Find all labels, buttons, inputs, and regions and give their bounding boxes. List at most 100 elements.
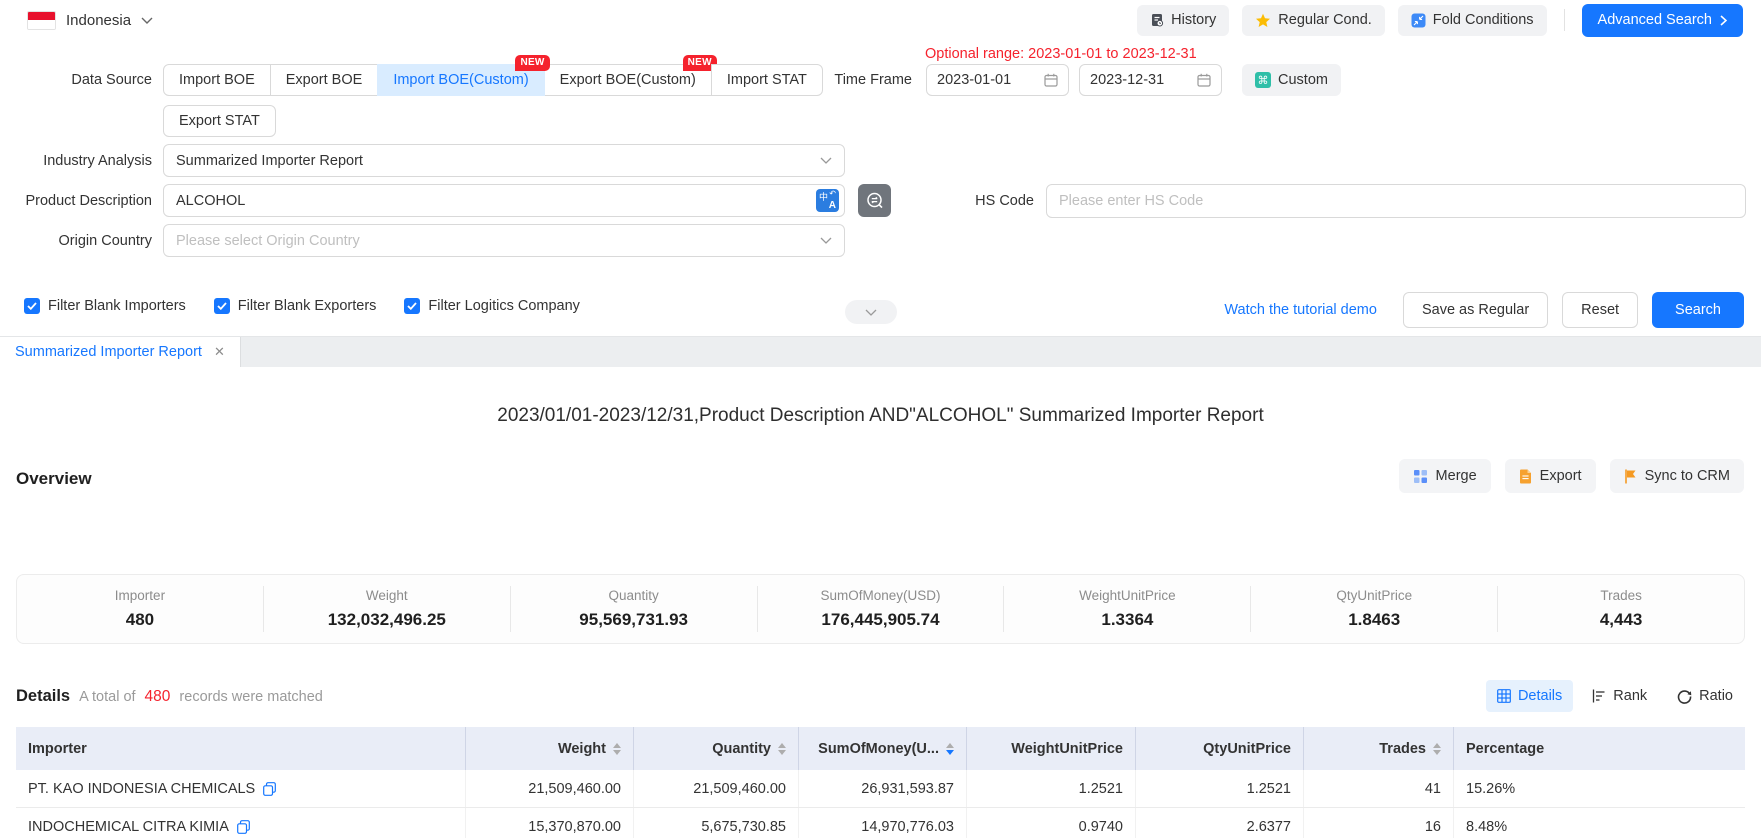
cell-percentage: 15.26% (1454, 770, 1745, 807)
date-to-picker[interactable]: 2023-12-31 (1079, 64, 1222, 96)
checkbox-filter-blank-importers[interactable]: Filter Blank Importers (24, 298, 186, 314)
sort-icons-active-desc[interactable] (946, 743, 954, 755)
history-label: History (1171, 12, 1216, 28)
importer-name-link[interactable]: INDOCHEMICAL CITRA KIMIA (28, 819, 229, 835)
calendar-icon (1044, 73, 1058, 87)
source-export-boe-custom[interactable]: Export BOE(Custom) NEW (544, 64, 712, 96)
header-weight-unit-price[interactable]: WeightUnitPrice (967, 727, 1136, 770)
match-count: 480 (145, 688, 171, 706)
checkbox-label: Filter Blank Importers (48, 298, 186, 314)
history-button[interactable]: History (1137, 5, 1229, 36)
source-import-boe[interactable]: Import BOE (163, 64, 271, 96)
advanced-search-button[interactable]: Advanced Search (1582, 4, 1743, 37)
header-trades[interactable]: Trades (1304, 727, 1454, 770)
stat-quantity: Quantity 95,569,731.93 (511, 586, 758, 632)
view-ratio-button[interactable]: Ratio (1666, 680, 1744, 712)
product-description-input[interactable] (163, 184, 845, 217)
synonym-icon (865, 191, 885, 211)
chevron-down-icon (820, 157, 832, 164)
header-qty-unit-price[interactable]: QtyUnitPrice (1136, 727, 1304, 770)
country-name: Indonesia (66, 12, 131, 29)
report-title: 2023/01/01-2023/12/31,Product Descriptio… (0, 405, 1761, 427)
fold-conditions-button[interactable]: Fold Conditions (1398, 5, 1547, 36)
checkbox-filter-blank-exporters[interactable]: Filter Blank Exporters (214, 298, 377, 314)
source-export-boe[interactable]: Export BOE (270, 64, 379, 96)
cell-qty-unit-price: 1.2521 (1136, 770, 1304, 807)
cell-trades: 41 (1304, 770, 1454, 807)
tutorial-demo-link[interactable]: Watch the tutorial demo (1224, 302, 1377, 318)
advanced-search-label: Advanced Search (1598, 12, 1712, 28)
stat-weight: Weight 132,032,496.25 (264, 586, 511, 632)
sort-icons[interactable] (778, 743, 786, 755)
new-badge: NEW (515, 55, 549, 71)
view-toggle-group: Details Rank Ratio (1486, 680, 1744, 712)
chevron-down-icon (141, 17, 153, 24)
header-importer[interactable]: Importer (16, 727, 466, 770)
export-button[interactable]: Export (1505, 459, 1596, 493)
date-from-picker[interactable]: 2023-01-01 (926, 64, 1069, 96)
industry-analysis-row: Industry Analysis Summarized Importer Re… (0, 144, 845, 177)
merge-button[interactable]: Merge (1399, 459, 1491, 493)
source-export-stat[interactable]: Export STAT (163, 105, 276, 137)
origin-country-placeholder: Please select Origin Country (176, 233, 360, 249)
cell-quantity: 21,509,460.00 (634, 770, 799, 807)
custom-range-button[interactable]: ⌘ Custom (1242, 64, 1341, 96)
chevron-down-icon (820, 237, 832, 244)
view-details-button[interactable]: Details (1486, 680, 1573, 712)
checkbox-label: Filter Logitics Company (428, 298, 580, 314)
header-percentage[interactable]: Percentage (1454, 727, 1745, 770)
sort-icons[interactable] (1433, 743, 1441, 755)
cell-weight: 21,509,460.00 (466, 770, 634, 807)
time-frame-row: Time Frame 2023-01-01 2023-12-31 (800, 64, 1341, 96)
source-import-boe-custom[interactable]: Import BOE(Custom) NEW (377, 64, 544, 96)
synonym-search-button[interactable] (858, 184, 891, 217)
cell-sum-of-money: 14,970,776.03 (799, 808, 967, 838)
header-sum-of-money[interactable]: SumOfMoney(U... (799, 727, 967, 770)
importer-name-link[interactable]: PT. KAO INDONESIA CHEMICALS (28, 781, 255, 797)
details-heading: Details (16, 687, 70, 706)
date-to-value: 2023-12-31 (1090, 72, 1164, 88)
copy-icon[interactable] (263, 782, 276, 796)
origin-country-select[interactable]: Please select Origin Country (163, 224, 845, 257)
data-source-row-2: Export STAT (163, 105, 276, 137)
header-quantity[interactable]: Quantity (634, 727, 799, 770)
export-label: Export (1540, 468, 1582, 484)
regular-cond-label: Regular Cond. (1278, 12, 1372, 28)
sync-to-crm-button[interactable]: Sync to CRM (1610, 459, 1744, 493)
tab-label: Summarized Importer Report (15, 344, 202, 360)
star-icon (1255, 13, 1271, 28)
origin-country-label: Origin Country (0, 233, 152, 249)
merge-label: Merge (1436, 468, 1477, 484)
cell-trades: 16 (1304, 808, 1454, 838)
reset-button[interactable]: Reset (1562, 292, 1638, 328)
stat-importer: Importer 480 (17, 586, 264, 632)
stat-trades: Trades 4,443 (1498, 586, 1744, 632)
report-content: 2023/01/01-2023/12/31,Product Descriptio… (0, 367, 1761, 838)
country-selector[interactable]: Indonesia (27, 11, 153, 30)
cell-weight-unit-price: 1.2521 (967, 770, 1136, 807)
filter-actions: Watch the tutorial demo Save as Regular … (1224, 292, 1744, 328)
product-description-row: Product Description 中↶A (0, 184, 891, 217)
table-header-row: Importer Weight Quantity SumOfMoney(U...… (16, 727, 1745, 770)
tab-summarized-importer-report[interactable]: Summarized Importer Report ✕ (0, 337, 241, 367)
hs-code-input[interactable] (1046, 184, 1746, 218)
calendar-icon (1197, 73, 1211, 87)
optional-range-hint: Optional range: 2023-01-01 to 2023-12-31 (925, 46, 1197, 62)
stat-weight-unit-price: WeightUnitPrice 1.3364 (1004, 586, 1251, 632)
checkbox-filter-logitics-company[interactable]: Filter Logitics Company (404, 298, 580, 314)
view-rank-button[interactable]: Rank (1581, 680, 1658, 712)
close-icon[interactable]: ✕ (214, 344, 225, 360)
collapse-conditions-toggle[interactable] (845, 300, 897, 324)
save-as-regular-button[interactable]: Save as Regular (1403, 292, 1548, 328)
chevron-down-icon (865, 309, 877, 316)
sync-to-crm-label: Sync to CRM (1645, 468, 1730, 484)
search-button[interactable]: Search (1652, 292, 1744, 328)
copy-icon[interactable] (237, 820, 250, 834)
regular-cond-button[interactable]: Regular Cond. (1242, 5, 1385, 36)
filter-checkboxes: Filter Blank Importers Filter Blank Expo… (24, 298, 580, 314)
sort-icons[interactable] (613, 743, 621, 755)
industry-analysis-select[interactable]: Summarized Importer Report (163, 144, 845, 177)
translate-icon[interactable]: 中↶A (816, 189, 839, 212)
details-table: Importer Weight Quantity SumOfMoney(U...… (16, 727, 1745, 838)
header-weight[interactable]: Weight (466, 727, 634, 770)
